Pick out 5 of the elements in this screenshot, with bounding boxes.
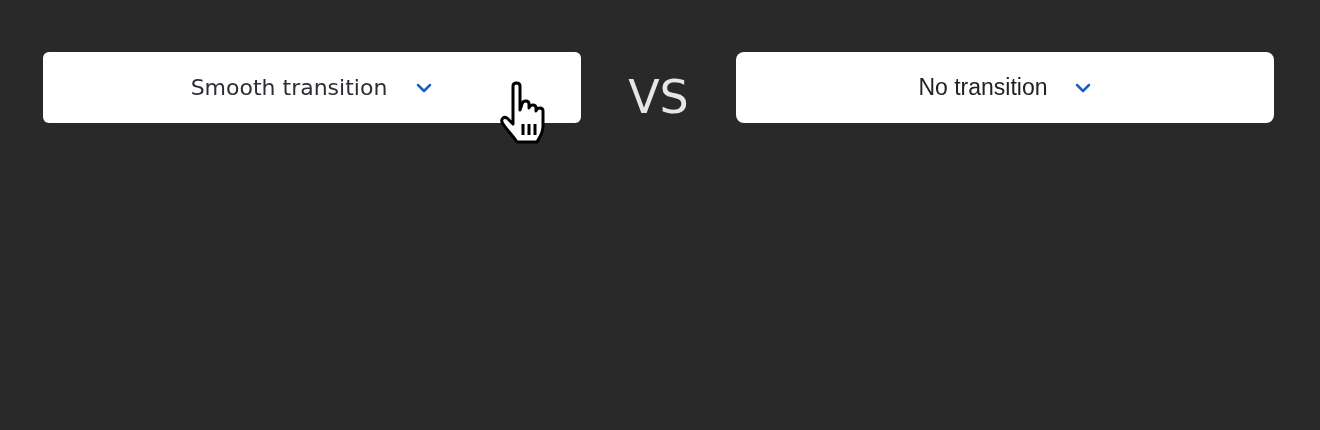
- versus-label: VS: [628, 68, 689, 126]
- chevron-down-icon: [415, 81, 434, 94]
- transition-dropdown[interactable]: No transition: [736, 52, 1274, 123]
- transition-dropdown[interactable]: Smooth transition: [43, 52, 581, 123]
- chevron-down-icon: [1073, 81, 1092, 94]
